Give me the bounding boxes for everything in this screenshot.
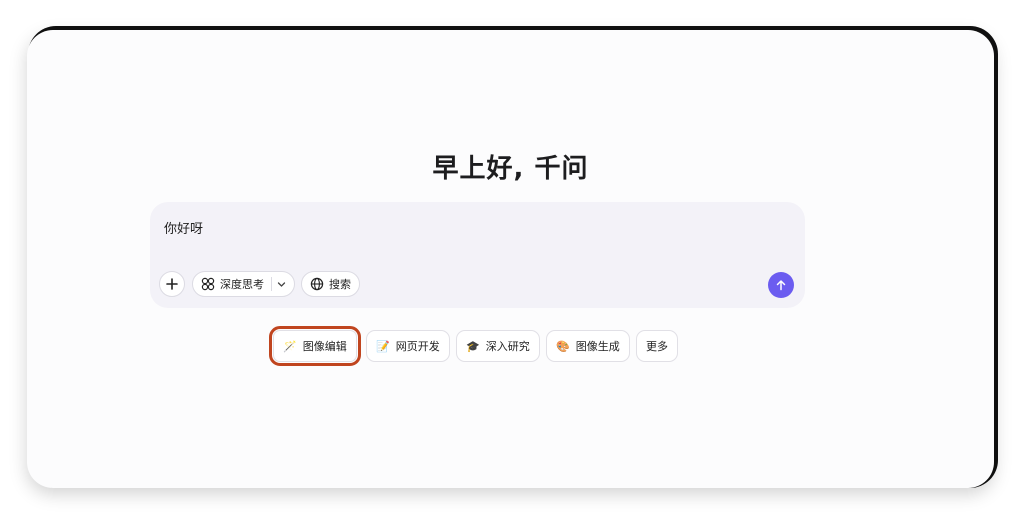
graduation-cap-icon: 🎓 [466, 339, 480, 353]
screenshot-stage: 早上好, 千问 你好呀 深度思考 搜索 🪄 图像编辑 📝 网页开发 🎓 深入研究… [0, 0, 1024, 514]
send-button[interactable] [768, 272, 794, 298]
pill-divider [271, 277, 272, 291]
shortcut-label: 深入研究 [485, 340, 530, 353]
deep-think-label: 深度思考 [220, 278, 264, 291]
greeting-title: 早上好, 千问 [432, 154, 589, 184]
search-label: 搜索 [329, 278, 351, 291]
chevron-down-icon[interactable] [277, 280, 286, 289]
web-search-toggle[interactable]: 搜索 [301, 271, 360, 297]
shortcut-web-dev[interactable]: 📝 网页开发 [366, 330, 450, 362]
shortcut-image-gen[interactable]: 🎨 图像生成 [546, 330, 630, 362]
magic-wand-icon: 🪄 [283, 339, 297, 353]
shortcut-deep-research[interactable]: 🎓 深入研究 [456, 330, 540, 362]
deep-think-toggle[interactable]: 深度思考 [192, 271, 295, 297]
shortcut-image-edit[interactable]: 🪄 图像编辑 [269, 326, 361, 366]
shortcut-label: 图像编辑 [302, 340, 347, 353]
app-window: 早上好, 千问 你好呀 深度思考 搜索 🪄 图像编辑 📝 网页开发 🎓 深入研究… [27, 30, 994, 488]
plus-icon [166, 278, 178, 290]
shortcut-label: 更多 [646, 340, 668, 353]
globe-icon [310, 277, 324, 291]
atom-icon [201, 277, 215, 291]
chat-composer: 你好呀 深度思考 搜索 [150, 202, 805, 308]
shortcut-label: 网页开发 [395, 340, 440, 353]
add-attachment-button[interactable] [159, 271, 185, 297]
palette-icon: 🎨 [556, 339, 570, 353]
shortcut-label: 图像生成 [575, 340, 620, 353]
message-input[interactable]: 你好呀 [164, 218, 203, 237]
shortcut-more[interactable]: 更多 [636, 330, 678, 362]
memo-icon: 📝 [376, 339, 390, 353]
arrow-up-icon [776, 280, 786, 291]
